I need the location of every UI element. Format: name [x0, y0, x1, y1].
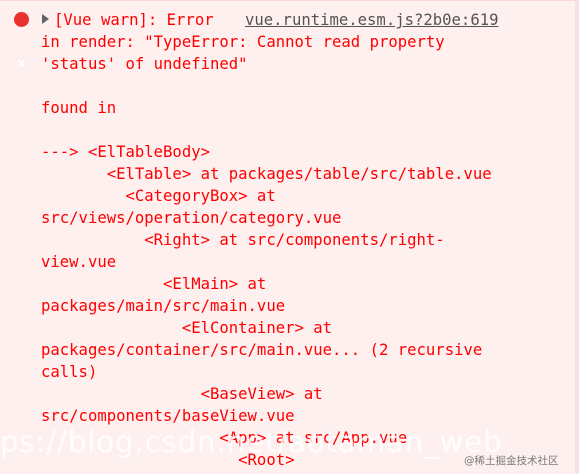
error-message-line: <ElContainer> at: [41, 319, 333, 337]
error-message-line: found in: [41, 99, 117, 117]
error-circle-icon: [14, 12, 29, 68]
error-message-line: src/components/baseView.vue: [41, 407, 295, 425]
error-message-line: src/views/operation/category.vue: [41, 209, 342, 227]
expand-triangle-icon[interactable]: [42, 14, 49, 24]
watermark-brand-text: @稀土掘金技术社区: [464, 455, 559, 467]
scrollbar[interactable]: [575, 1, 579, 474]
source-location-link[interactable]: vue.runtime.esm.js?2b0e:619: [245, 9, 498, 31]
error-message-line: calls): [41, 363, 98, 381]
error-message-line: <BaseView> at: [41, 385, 323, 403]
error-message-line: <App> at src/App.vue: [41, 429, 408, 447]
error-message-line: <CategoryBox> at: [41, 187, 276, 205]
error-message-line: <Root>: [41, 451, 295, 469]
error-message-line: view.vue: [41, 253, 117, 271]
console-error-entry: [Vue warn]: Error vue.runtime.esm.js?2b0…: [0, 0, 579, 474]
error-header: [Vue warn]: Error: [54, 11, 223, 29]
error-message-line: ---> <ElTableBody>: [41, 143, 210, 161]
error-message-line: 'status' of undefined": [41, 55, 248, 73]
error-message-line: packages/container/src/main.vue... (2 re…: [41, 341, 483, 359]
error-message-line: <Right> at src/components/right-: [41, 231, 445, 249]
error-message-line: in render: "TypeError: Cannot read prope…: [41, 33, 445, 51]
error-message-line: <ElTable> at packages/table/src/table.vu…: [41, 165, 492, 183]
error-message-line: <ElMain> at: [41, 275, 267, 293]
error-message-line: packages/main/src/main.vue: [41, 297, 286, 315]
